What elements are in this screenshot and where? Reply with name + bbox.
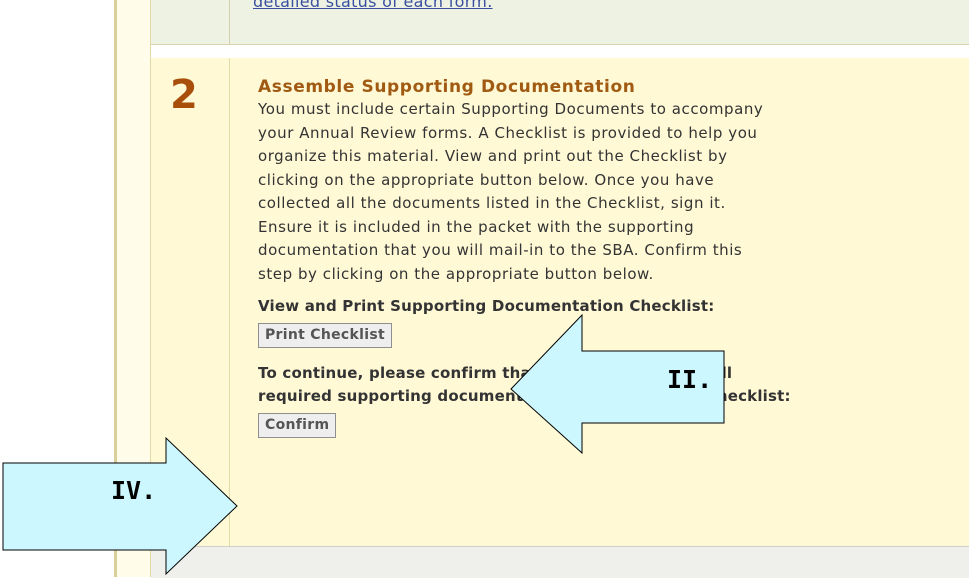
callout-arrow-right <box>2 436 238 576</box>
previous-step-number-cell <box>151 0 230 44</box>
confirm-button[interactable]: Confirm <box>258 412 337 438</box>
detailed-status-link[interactable]: detailed status of each form. <box>253 0 493 11</box>
print-checklist-button[interactable]: Print Checklist <box>258 322 392 348</box>
previous-step-row: detailed status of each form. <box>151 0 969 45</box>
step-title: Assemble Supporting Documentation <box>258 77 636 97</box>
bottom-bar <box>151 546 969 578</box>
callout-label-iv: IV. <box>111 476 157 505</box>
callout-label-ii: II. <box>667 365 713 394</box>
step-assemble-documentation: 2 Assemble Supporting Documentation You … <box>151 58 969 546</box>
step-description: You must include certain Supporting Docu… <box>258 100 764 283</box>
callout-arrow-right-shape <box>2 436 238 576</box>
step-number: 2 <box>170 72 198 118</box>
